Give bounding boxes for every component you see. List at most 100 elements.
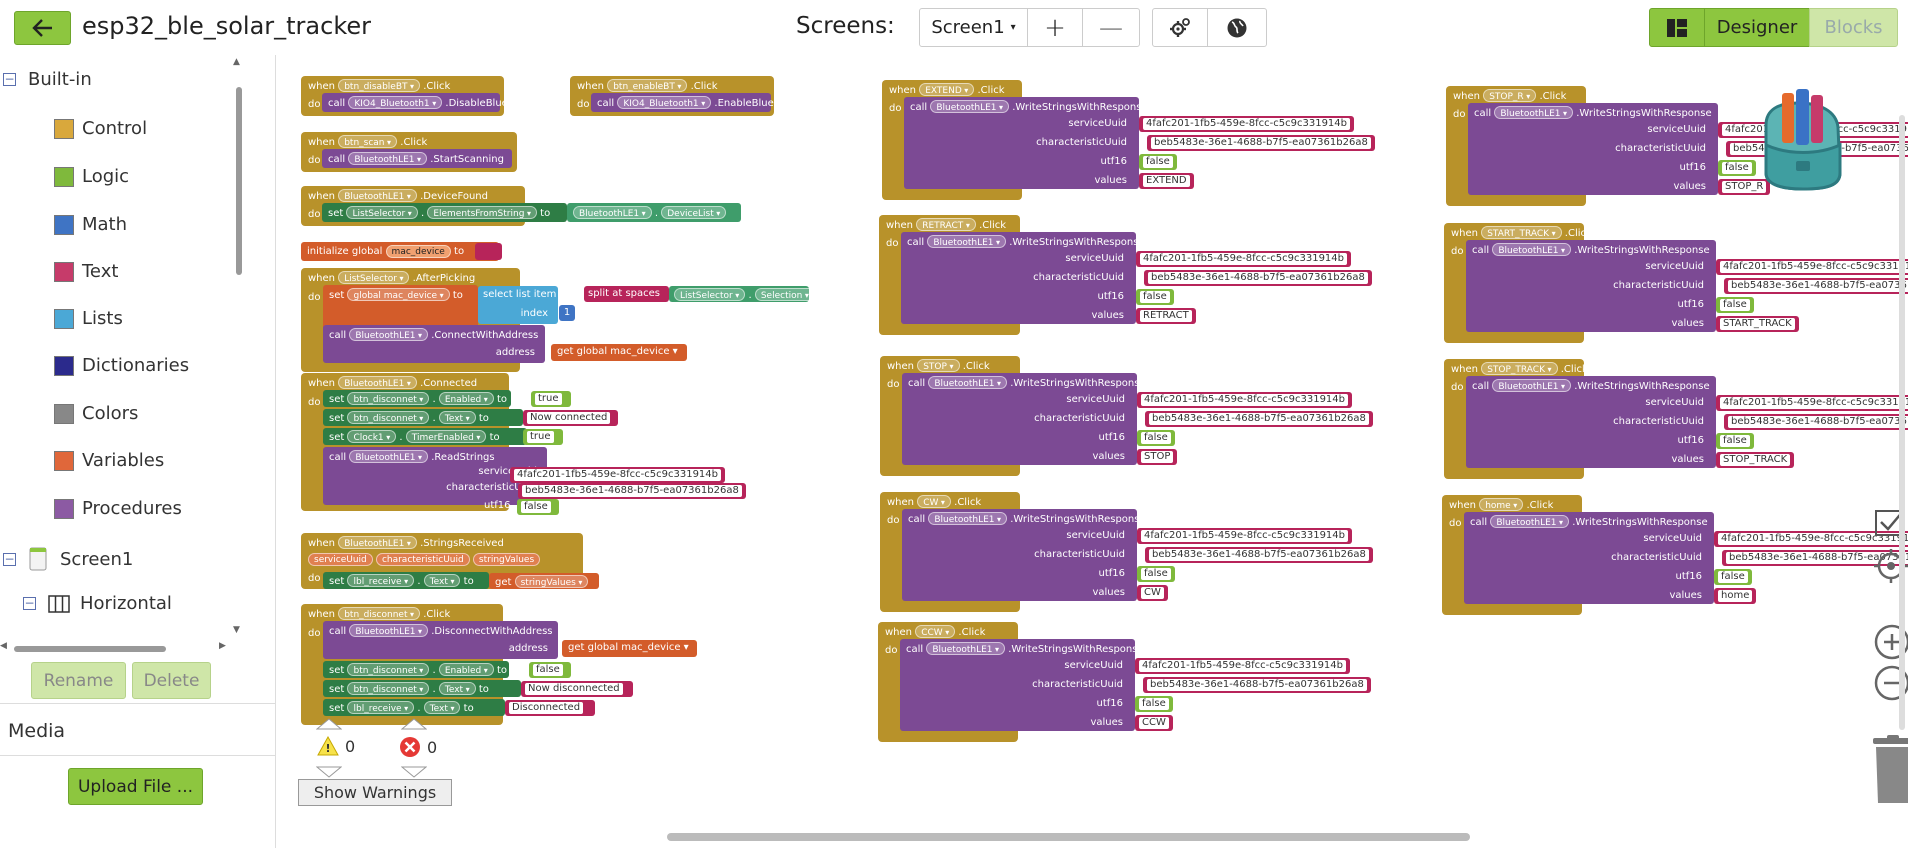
service-uuid-text-block[interactable]: 4fafc201-1fb5-459e-8fcc-c5c9c331914b — [1137, 528, 1353, 544]
set-block[interactable]: set btn_disconnet . Text to — [323, 409, 523, 426]
number-block[interactable]: 1 — [559, 305, 575, 321]
delete-button[interactable]: Delete — [132, 662, 211, 699]
set-block[interactable]: set btn_disconnet . Enabled to — [323, 390, 511, 407]
false-block[interactable]: false — [517, 499, 559, 515]
designer-button[interactable]: Designer — [1704, 8, 1810, 47]
enable-bluetooth-event-block[interactable]: when btn_enableBT .Click do call KIO4_Bl… — [570, 76, 800, 116]
write-strings-call-block[interactable]: call BluetoothLE1 .WriteStringsWithRespo… — [901, 232, 1145, 324]
service-uuid-text-block[interactable]: 4fafc201-1fb5-459e-8fcc-c5c9c331914b — [1137, 392, 1353, 408]
characteristic-uuid-text-block[interactable]: beb5483e-36e1-4688-b7f5-ea07361b26a8 — [1145, 547, 1373, 563]
characteristic-uuid-text-block[interactable]: beb5483e-36e1-4688-b7f5-ea07361b26a8 — [1145, 411, 1373, 427]
value-text-block[interactable]: EXTEND — [1139, 173, 1194, 189]
service-uuid-text-block[interactable]: 4fafc201-1fb5-459e-8fcc-c5c9c331914b — [1135, 658, 1351, 674]
false-block[interactable]: false — [1716, 297, 1754, 313]
property-getter-block[interactable]: BluetoothLE1 . DeviceList — [567, 203, 741, 222]
false-block[interactable]: false — [1714, 569, 1752, 585]
value-text-block[interactable]: home — [1714, 588, 1757, 604]
write-strings-call-block[interactable]: call BluetoothLE1 .WriteStringsWithRespo… — [904, 97, 1148, 189]
button-dropdown[interactable]: STOP_R — [1483, 89, 1537, 102]
show-warnings-button[interactable]: Show Warnings — [298, 779, 452, 806]
characteristic-uuid-text-block[interactable]: beb5483e-36e1-4688-b7f5-ea07361b26a8 — [1724, 278, 1908, 294]
service-uuid-text-block[interactable]: 4fafc201-1fb5-459e-8fcc-c5c9c331914b — [1716, 259, 1908, 275]
upload-file-button[interactable]: Upload File ... — [68, 768, 203, 805]
false-block[interactable]: false — [529, 662, 571, 678]
category-logic[interactable]: Logic — [54, 166, 129, 187]
category-variables[interactable]: Variables — [54, 450, 164, 471]
text-block[interactable]: Disconnected — [505, 700, 595, 716]
service-uuid-text-block[interactable]: 4fafc201-1fb5-459e-8fcc-c5c9c331914b — [1139, 116, 1355, 132]
false-block[interactable]: false — [1716, 433, 1754, 449]
call-block[interactable]: call KIO4_Bluetooth1 .DisableBluetooth — [322, 93, 534, 112]
get-global-block[interactable]: get global mac_device ▾ — [562, 640, 697, 657]
screen1-node[interactable]: − Screen1 — [3, 547, 133, 571]
remove-screen-button[interactable]: — — [1082, 8, 1140, 47]
back-button[interactable] — [14, 11, 71, 45]
button-dropdown[interactable]: CCW — [915, 625, 956, 638]
category-lists[interactable]: Lists — [54, 308, 123, 329]
button-dropdown[interactable]: STOP — [917, 359, 960, 372]
empty-text-block[interactable] — [475, 243, 502, 260]
text-block[interactable]: Now connected — [523, 410, 618, 426]
write-strings-call-block[interactable]: call BluetoothLE1 .WriteStringsWithRespo… — [1468, 103, 1718, 195]
get-global-block[interactable]: get global mac_device ▾ — [551, 344, 687, 361]
false-block[interactable]: false — [1139, 154, 1177, 170]
write-strings-call-block[interactable]: call BluetoothLE1 .WriteStringsWithRespo… — [902, 509, 1146, 601]
characteristic-uuid-text-block[interactable]: beb5483e-36e1-4688-b7f5-ea07361b26a8 — [1147, 135, 1375, 151]
true-block[interactable]: true — [531, 391, 571, 407]
category-dictionaries[interactable]: Dictionaries — [54, 355, 189, 376]
value-text-block[interactable]: STOP — [1137, 449, 1178, 465]
blocks-workspace[interactable]: when btn_disableBT .Click do call KIO4_B… — [277, 55, 1908, 848]
characteristic-uuid-text-block[interactable]: beb5483e-36e1-4688-b7f5-ea07361b26a8 — [1724, 414, 1908, 430]
call-block[interactable]: call KIO4_Bluetooth1 .EnableBluetooth — [591, 93, 800, 112]
button-dropdown[interactable]: CW — [917, 495, 951, 508]
set-block[interactable]: set btn_disconnet . Enabled to — [323, 661, 509, 678]
uuid-text-block[interactable]: beb5483e-36e1-4688-b7f5-ea07361b26a8 — [518, 483, 746, 499]
add-screen-button[interactable]: + — [1027, 8, 1083, 47]
layout-toggle-button[interactable] — [1649, 8, 1705, 47]
blocks-button[interactable]: Blocks — [1809, 8, 1898, 47]
service-uuid-text-block[interactable]: 4fafc201-1fb5-459e-8fcc-c5c9c331914b — [1716, 395, 1908, 411]
rename-button[interactable]: Rename — [31, 662, 126, 699]
button-dropdown[interactable]: home — [1479, 498, 1524, 511]
language-button[interactable] — [1207, 8, 1267, 47]
value-text-block[interactable]: START_TRACK — [1716, 316, 1799, 332]
horizontal-node[interactable]: − Horizontal — [23, 593, 172, 614]
warning-toggle-up[interactable] — [315, 715, 343, 734]
initialize-global-block[interactable]: initialize global mac_device to — [301, 242, 499, 261]
value-text-block[interactable]: STOP_TRACK — [1716, 452, 1795, 468]
category-procedures[interactable]: Procedures — [54, 498, 182, 519]
set-block[interactable]: set lbl_receive . Text to — [323, 699, 505, 716]
button-dropdown[interactable]: STOP_TRACK — [1481, 362, 1558, 375]
disable-bluetooth-event-block[interactable]: when btn_disableBT .Click do call KIO4_B… — [301, 76, 534, 116]
uuid-text-block[interactable]: 4fafc201-1fb5-459e-8fcc-c5c9c331914b — [510, 467, 726, 483]
category-math[interactable]: Math — [54, 214, 127, 235]
split-block[interactable]: split at spaces — [584, 286, 669, 302]
selection-getter-block[interactable]: ListSelector . Selection — [669, 286, 815, 302]
service-uuid-text-block[interactable]: 4fafc201-1fb5-459e-8fcc-c5c9c331914b — [1136, 251, 1352, 267]
set-block[interactable]: set Clock1 . TimerEnabled to — [323, 428, 527, 445]
false-block[interactable]: false — [1718, 160, 1756, 176]
set-block[interactable]: set btn_disconnet . Text to — [323, 680, 521, 697]
disconnect-call-block[interactable]: call BluetoothLE1 .DisconnectWithAddress… — [323, 621, 558, 659]
false-block[interactable]: false — [1136, 289, 1174, 305]
button-dropdown[interactable]: btn_enableBT — [607, 79, 688, 92]
select-list-item-block[interactable]: select list item list index — [478, 286, 574, 324]
palette-horizontal-scroll-thumb[interactable] — [14, 646, 166, 652]
get-param-block[interactable]: get stringValues — [489, 573, 599, 589]
category-colors[interactable]: Colors — [54, 403, 138, 424]
category-control[interactable]: Control — [54, 118, 147, 139]
value-text-block[interactable]: CCW — [1135, 715, 1173, 731]
connect-call-block[interactable]: call BluetoothLE1 .ConnectWithAddress ad… — [323, 325, 545, 363]
backpack-icon[interactable] — [1758, 85, 1848, 197]
project-properties-button[interactable] — [1152, 8, 1208, 47]
true-block[interactable]: true — [523, 429, 563, 445]
screen-dropdown[interactable]: Screen1 ▾ — [919, 8, 1028, 47]
button-dropdown[interactable]: btn_disableBT — [338, 79, 421, 92]
builtin-node[interactable]: − Built-in — [3, 69, 92, 90]
button-dropdown[interactable]: RETRACT — [916, 218, 976, 231]
set-block[interactable]: set ListSelector . ElementsFromString to — [322, 203, 567, 222]
trash-icon[interactable] — [1870, 735, 1908, 809]
false-block[interactable]: false — [1137, 430, 1175, 446]
false-block[interactable]: false — [1137, 566, 1175, 582]
workspace-vertical-scrollbar[interactable] — [1899, 115, 1905, 730]
